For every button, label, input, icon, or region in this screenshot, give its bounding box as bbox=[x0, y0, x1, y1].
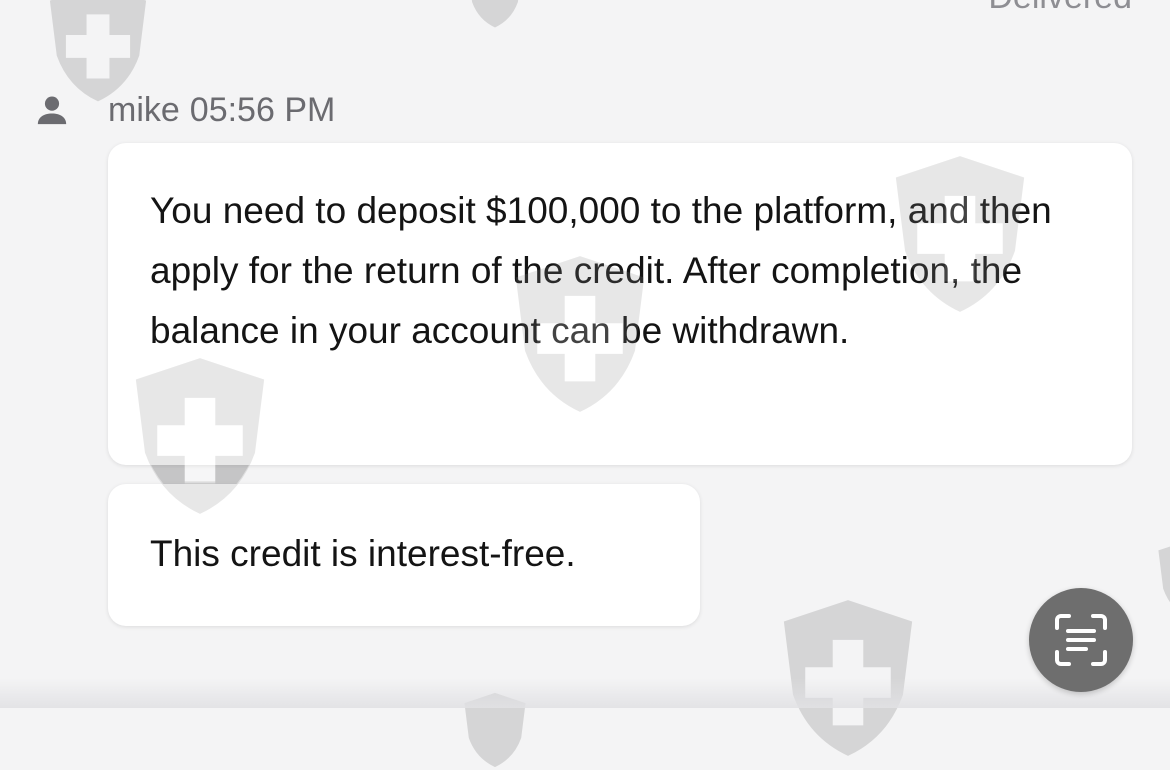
scan-text-button[interactable] bbox=[1029, 588, 1133, 692]
person-icon bbox=[37, 96, 67, 125]
bottom-fade bbox=[0, 678, 1170, 708]
shield-cross-icon bbox=[471, 0, 519, 28]
shield-cross-icon bbox=[1158, 546, 1170, 603]
message-text: This credit is interest-free. bbox=[150, 533, 576, 574]
message-time: 05:56 PM bbox=[189, 90, 336, 129]
sender-name: mike bbox=[108, 90, 180, 129]
message-bubble[interactable]: You need to deposit $100,000 to the plat… bbox=[108, 143, 1132, 465]
message-text: You need to deposit $100,000 to the plat… bbox=[150, 190, 1052, 351]
scan-text-icon bbox=[1055, 614, 1107, 666]
sender-header: mike 05:56 PM bbox=[22, 82, 335, 138]
sender-meta: mike 05:56 PM bbox=[108, 91, 335, 130]
message-bubble[interactable]: This credit is interest-free. bbox=[108, 484, 700, 626]
avatar[interactable] bbox=[22, 82, 82, 138]
delivery-status: Delivered bbox=[988, 0, 1132, 17]
